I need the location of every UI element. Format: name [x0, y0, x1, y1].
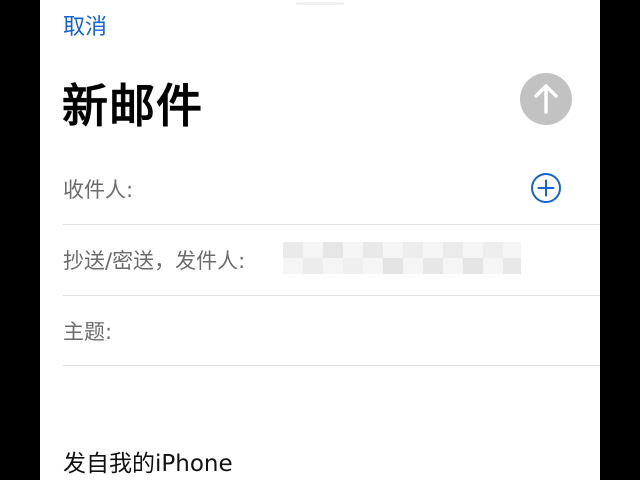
sheet-grabber[interactable] [296, 2, 344, 5]
plus-circle-icon [531, 173, 561, 203]
arrow-up-icon [534, 84, 558, 114]
to-label: 收件人: [63, 178, 134, 202]
add-recipient-button[interactable] [530, 172, 562, 204]
cc-bcc-from-field[interactable]: 抄送/密送，发件人: [63, 225, 600, 296]
compose-sheet: 取消 新邮件 收件人: 抄送/密送，发件人: 主题: 发自我的iPhone [40, 0, 600, 480]
page-title: 新邮件 [62, 79, 203, 133]
cc-bcc-from-label: 抄送/密送，发件人: [63, 249, 246, 273]
redacted-sender-address [283, 242, 521, 274]
to-field[interactable]: 收件人: [63, 152, 600, 225]
cancel-button[interactable]: 取消 [63, 9, 107, 41]
body-signature[interactable]: 发自我的iPhone [63, 444, 233, 478]
send-button[interactable] [520, 73, 572, 125]
subject-label: 主题: [63, 320, 113, 344]
subject-field[interactable]: 主题: [63, 296, 600, 366]
